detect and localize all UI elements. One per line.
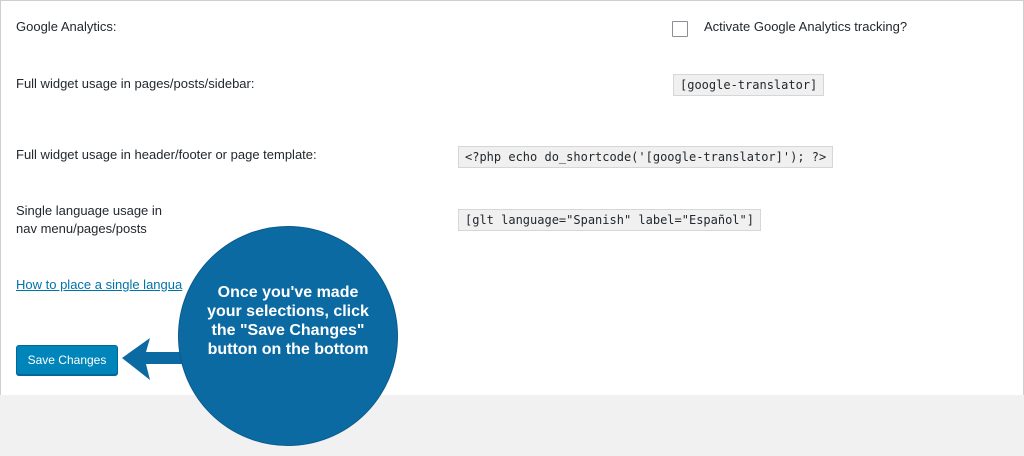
save-changes-button[interactable]: Save Changes xyxy=(16,345,118,375)
single-language-label-line2: nav menu/pages/posts xyxy=(16,221,147,236)
callout-text: Once you've made your selections, click … xyxy=(207,284,369,358)
single-language-shortcode: [glt language="Spanish" label="Español"] xyxy=(458,209,761,231)
google-analytics-checkbox-label[interactable]: Activate Google Analytics tracking? xyxy=(704,17,907,37)
full-widget-pages-shortcode: [google-translator] xyxy=(673,74,825,96)
single-language-label-line1: Single language usage in xyxy=(16,203,163,218)
help-link-single-language[interactable]: How to place a single langua xyxy=(16,275,182,295)
full-widget-template-code: <?php echo do_shortcode('[google-transla… xyxy=(458,146,834,168)
google-analytics-checkbox[interactable] xyxy=(672,21,688,37)
full-widget-template-label: Full widget usage in header/footer or pa… xyxy=(16,147,317,162)
callout-bubble: Once you've made your selections, click … xyxy=(178,226,398,446)
full-widget-pages-label: Full widget usage in pages/posts/sidebar… xyxy=(16,76,255,91)
google-analytics-label: Google Analytics: xyxy=(16,19,117,34)
